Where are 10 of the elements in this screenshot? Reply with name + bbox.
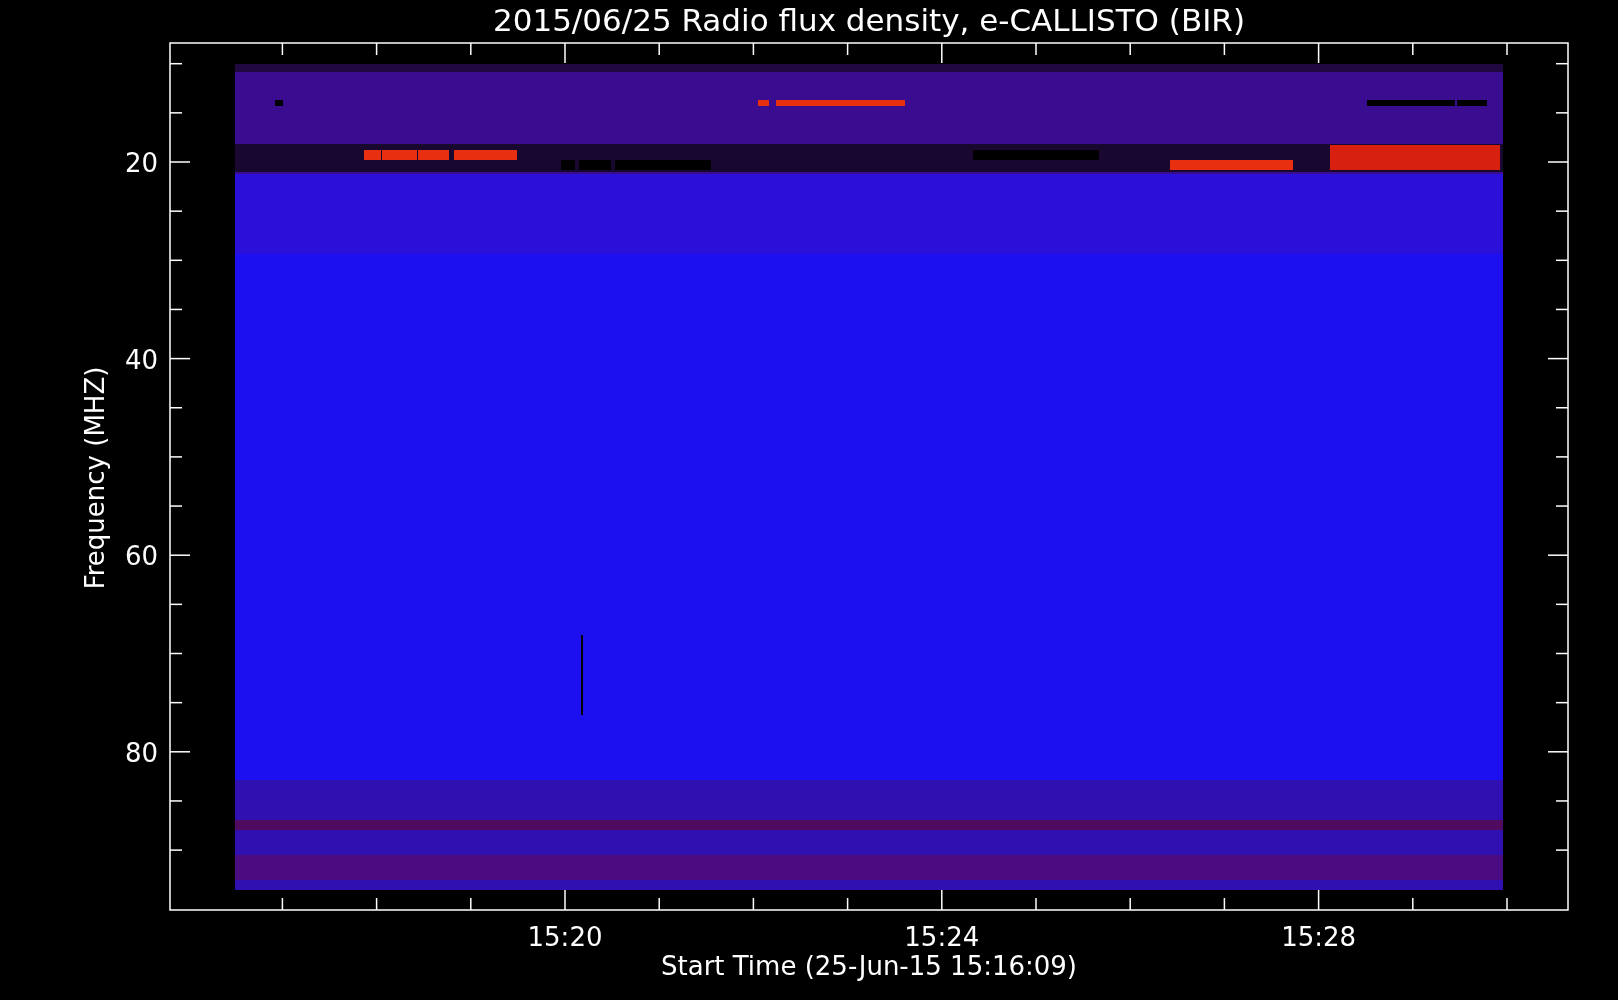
y-tick-label: 20 [124, 148, 158, 178]
y-tick-label: 60 [124, 541, 158, 572]
y-tick-label: 80 [124, 737, 158, 768]
y-axis-label: Frequency (MHZ) [80, 366, 110, 590]
x-tick-label: 15:20 [527, 922, 603, 952]
y-tick-label: 40 [124, 344, 158, 375]
x-axis-label: Start Time (25-Jun-15 15:16:09) [661, 951, 1077, 981]
chart-title: 2015/06/25 Radio flux density, e-CALLISTO (BIR) [493, 2, 1245, 38]
x-tick-label: 15:24 [904, 922, 980, 952]
x-tick-label: 15:28 [1281, 922, 1357, 952]
